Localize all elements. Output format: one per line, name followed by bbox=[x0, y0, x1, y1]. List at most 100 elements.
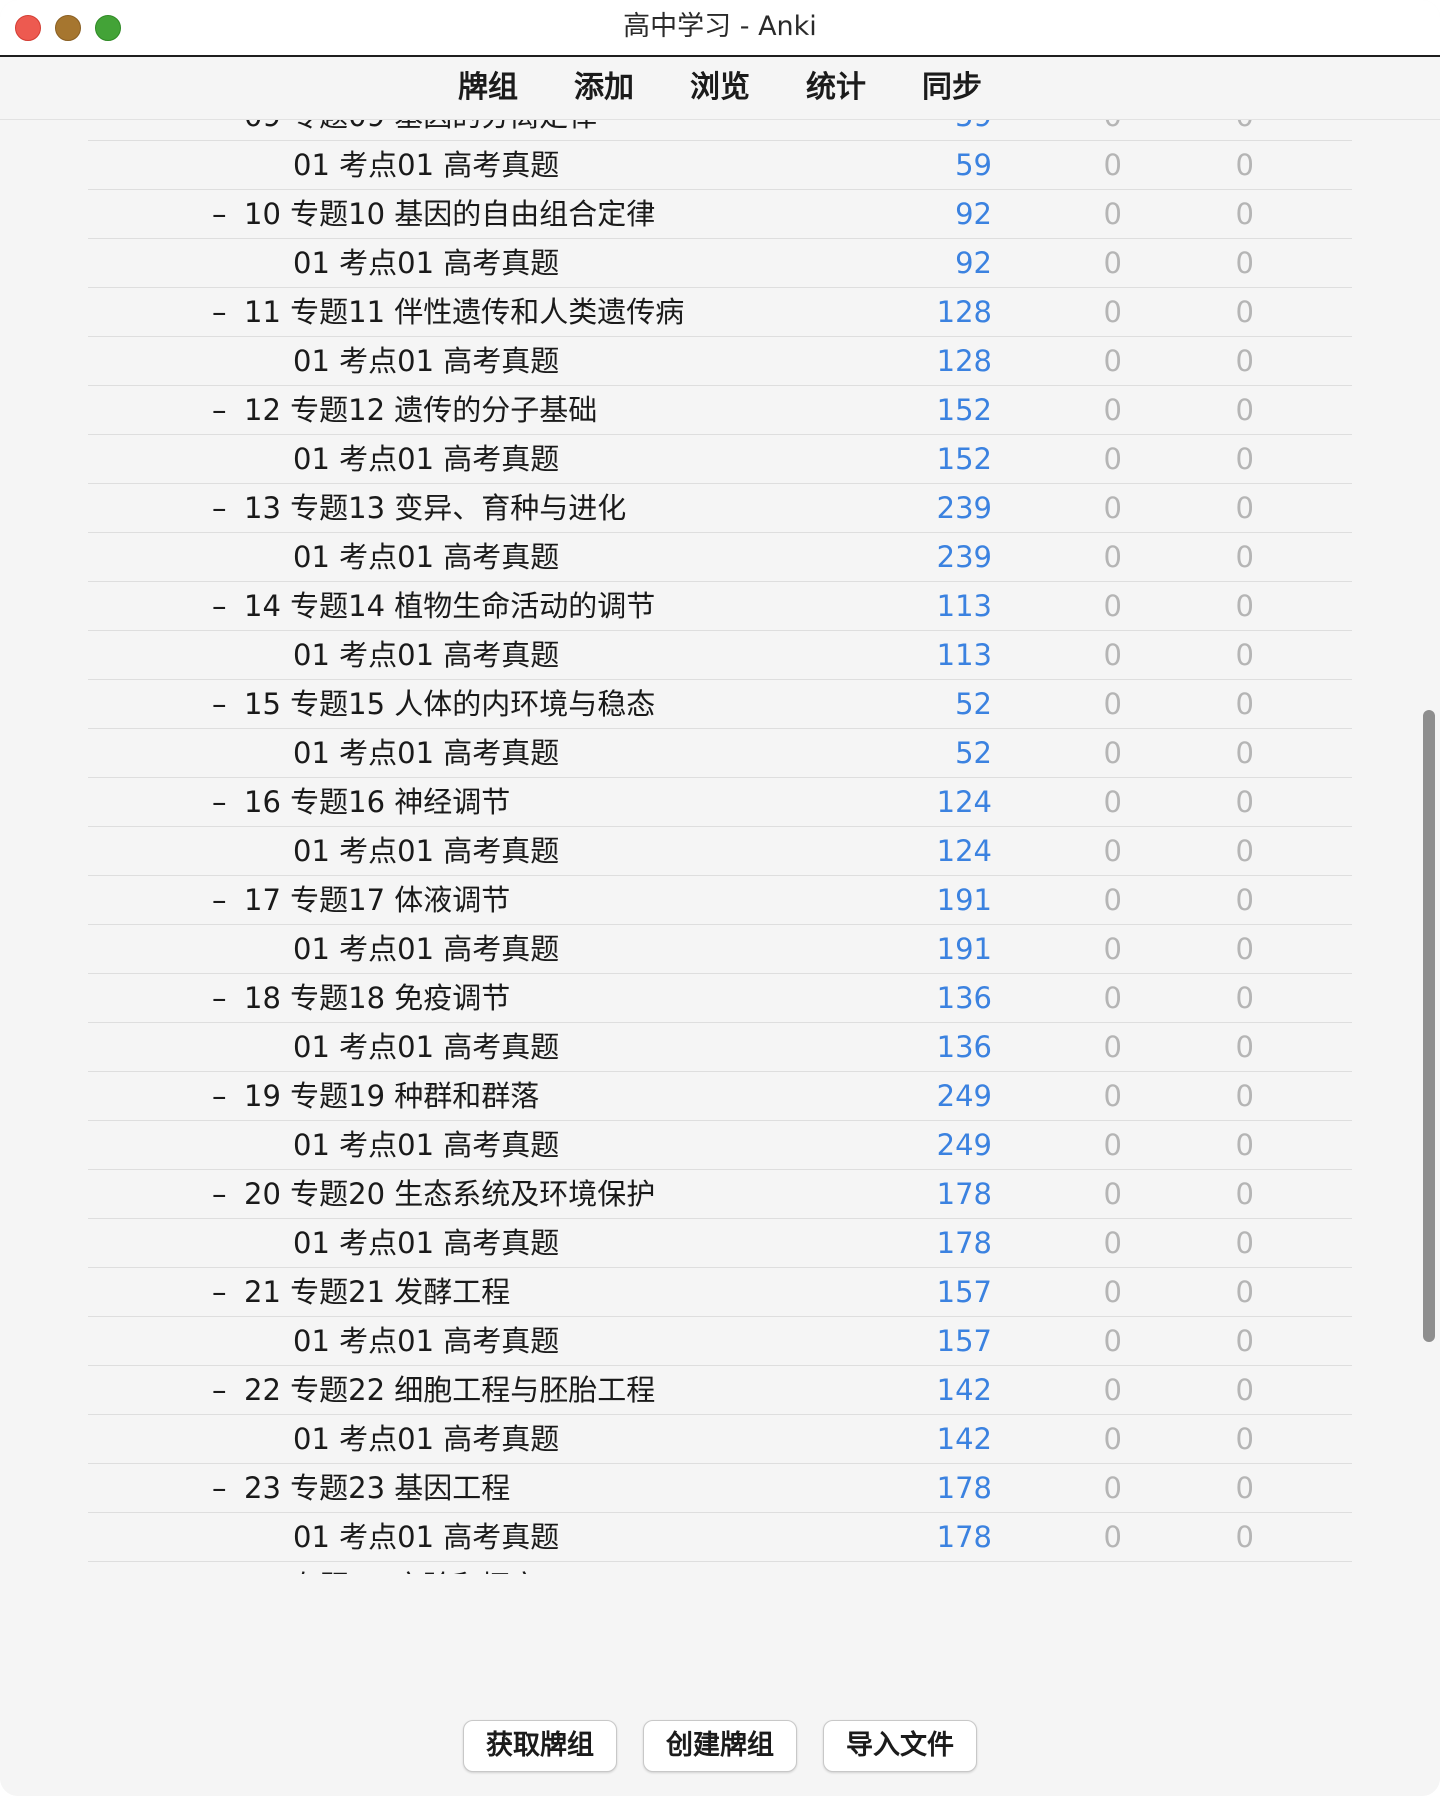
deck-row[interactable]: 01 考点01 高考真题 152 0 0 bbox=[88, 435, 1352, 484]
deck-name[interactable]: 22 专题22 细胞工程与胚胎工程 bbox=[244, 1366, 655, 1414]
deck-name[interactable]: 09 专题09 基因的分离定律 bbox=[244, 120, 597, 140]
deck-name[interactable]: 12 专题12 遗传的分子基础 bbox=[244, 386, 597, 434]
collapse-deck-toggle[interactable]: – bbox=[212, 1268, 234, 1316]
import-file-button[interactable]: 导入文件 bbox=[823, 1720, 977, 1772]
deck-name[interactable]: 01 考点01 高考真题 bbox=[293, 827, 559, 875]
new-count: 249 bbox=[936, 1079, 992, 1113]
deck-row[interactable]: 01 考点01 高考真题 157 0 0 bbox=[88, 1317, 1352, 1366]
deck-name[interactable]: 01 考点01 高考真题 bbox=[293, 141, 559, 189]
toolbar-add[interactable]: 添加 bbox=[546, 58, 662, 118]
deck-row[interactable]: 01 考点01 高考真题 136 0 0 bbox=[88, 1023, 1352, 1072]
learn-count: 0 bbox=[1103, 883, 1122, 917]
deck-row[interactable]: –12 专题12 遗传的分子基础 152 0 0 bbox=[88, 386, 1352, 435]
collapse-deck-toggle[interactable]: – bbox=[212, 1170, 234, 1218]
deck-row[interactable]: –10 专题10 基因的自由组合定律 92 0 0 bbox=[88, 190, 1352, 239]
collapse-deck-toggle[interactable]: – bbox=[212, 386, 234, 434]
learn-count: 0 bbox=[1103, 1520, 1122, 1554]
deck-row[interactable]: 01 考点01 高考真题 92 0 0 bbox=[88, 239, 1352, 288]
deck-row[interactable]: 01 考点01 高考真题 249 0 0 bbox=[88, 1121, 1352, 1170]
deck-row[interactable]: 01 考点01 高考真题 128 0 0 bbox=[88, 337, 1352, 386]
deck-name[interactable]: 01 考点01 高考真题 bbox=[293, 435, 559, 483]
learn-count: 0 bbox=[1103, 687, 1122, 721]
collapse-deck-toggle[interactable]: – bbox=[212, 876, 234, 924]
create-deck-button[interactable]: 创建牌组 bbox=[643, 1720, 797, 1772]
new-count: 52 bbox=[955, 736, 992, 770]
deck-row[interactable]: –09 专题09 基因的分离定律 59 0 0 bbox=[88, 120, 1352, 141]
deck-name[interactable]: 01 考点01 高考真题 bbox=[293, 1121, 559, 1169]
deck-name[interactable]: 01 考点01 高考真题 bbox=[293, 1513, 559, 1561]
deck-name[interactable]: 01 考点01 高考真题 bbox=[293, 337, 559, 385]
new-count: 178 bbox=[936, 1520, 992, 1554]
deck-row[interactable]: –17 专题17 体液调节 191 0 0 bbox=[88, 876, 1352, 925]
deck-row[interactable]: –16 专题16 神经调节 124 0 0 bbox=[88, 778, 1352, 827]
collapse-deck-toggle[interactable]: – bbox=[212, 1366, 234, 1414]
deck-row[interactable]: 01 考点01 高考真题 142 0 0 bbox=[88, 1415, 1352, 1464]
deck-name[interactable]: 10 专题10 基因的自由组合定律 bbox=[244, 190, 655, 238]
deck-row[interactable]: 01 考点01 高考真题 178 0 0 bbox=[88, 1219, 1352, 1268]
toolbar-stats[interactable]: 统计 bbox=[778, 58, 894, 118]
deck-row[interactable]: –22 专题22 细胞工程与胚胎工程 142 0 0 bbox=[88, 1366, 1352, 1415]
deck-name[interactable]: 13 专题13 变异、育种与进化 bbox=[244, 484, 626, 532]
toolbar-decks[interactable]: 牌组 bbox=[430, 58, 546, 118]
deck-name[interactable]: 21 专题21 发酵工程 bbox=[244, 1268, 510, 1316]
collapse-deck-toggle[interactable]: – bbox=[212, 778, 234, 826]
collapse-deck-toggle[interactable]: – bbox=[212, 484, 234, 532]
deck-name[interactable]: 15 专题15 人体的内环境与稳态 bbox=[244, 680, 655, 728]
deck-row[interactable]: –23 专题23 基因工程 178 0 0 bbox=[88, 1464, 1352, 1513]
deck-row[interactable]: –11 专题11 伴性遗传和人类遗传病 128 0 0 bbox=[88, 288, 1352, 337]
toolbar-sync[interactable]: 同步 bbox=[894, 58, 1010, 118]
deck-row[interactable]: –14 专题14 植物生命活动的调节 113 0 0 bbox=[88, 582, 1352, 631]
collapse-deck-toggle[interactable]: – bbox=[212, 190, 234, 238]
learn-count: 0 bbox=[1103, 589, 1122, 623]
deck-name[interactable]: 01 考点01 高考真题 bbox=[293, 1219, 559, 1267]
collapse-deck-toggle[interactable]: – bbox=[212, 1072, 234, 1120]
deck-list-scroll-area[interactable]: –09 专题09 基因的分离定律590001 考点01 高考真题5900–10 … bbox=[0, 120, 1412, 1694]
deck-row[interactable]: 01 考点01 高考真题 239 0 0 bbox=[88, 533, 1352, 582]
deck-row[interactable]: –19 专题19 种群和群落 249 0 0 bbox=[88, 1072, 1352, 1121]
learn-count: 0 bbox=[1103, 491, 1122, 525]
new-count: 128 bbox=[936, 344, 992, 378]
deck-row[interactable]: 01 考点01 高考真题 178 0 0 bbox=[88, 1513, 1352, 1562]
due-count: 0 bbox=[1235, 1520, 1254, 1554]
due-count: 0 bbox=[1235, 442, 1254, 476]
due-count: 0 bbox=[1235, 540, 1254, 574]
deck-row[interactable]: 01 考点01 高考真题 191 0 0 bbox=[88, 925, 1352, 974]
deck-name[interactable]: 11 专题11 伴性遗传和人类遗传病 bbox=[244, 288, 684, 336]
scrollbar-thumb[interactable] bbox=[1423, 710, 1435, 1342]
deck-name[interactable]: 19 专题19 种群和群落 bbox=[244, 1072, 539, 1120]
collapse-deck-toggle[interactable]: – bbox=[212, 680, 234, 728]
new-count: 52 bbox=[955, 687, 992, 721]
deck-row[interactable]: 01 考点01 高考真题 52 0 0 bbox=[88, 729, 1352, 778]
deck-row[interactable]: –20 专题20 生态系统及环境保护 178 0 0 bbox=[88, 1170, 1352, 1219]
get-shared-decks-button[interactable]: 获取牌组 bbox=[463, 1720, 617, 1772]
deck-row[interactable]: –15 专题15 人体的内环境与稳态 52 0 0 bbox=[88, 680, 1352, 729]
collapse-deck-toggle[interactable]: – bbox=[212, 582, 234, 630]
deck-name[interactable]: 14 专题14 植物生命活动的调节 bbox=[244, 582, 655, 630]
deck-name[interactable]: 16 专题16 神经调节 bbox=[244, 778, 510, 826]
deck-name[interactable]: 17 专题17 体液调节 bbox=[244, 876, 510, 924]
due-count: 0 bbox=[1235, 589, 1254, 623]
deck-name[interactable]: 01 考点01 高考真题 bbox=[293, 729, 559, 777]
collapse-deck-toggle[interactable]: – bbox=[212, 974, 234, 1022]
deck-name[interactable]: 20 专题20 生态系统及环境保护 bbox=[244, 1170, 655, 1218]
deck-name[interactable]: 18 专题18 免疫调节 bbox=[244, 974, 510, 1022]
deck-row[interactable]: –18 专题18 免疫调节 136 0 0 bbox=[88, 974, 1352, 1023]
deck-name[interactable]: 23 专题23 基因工程 bbox=[244, 1464, 510, 1512]
collapse-deck-toggle[interactable]: – bbox=[212, 1464, 234, 1512]
deck-name[interactable]: 01 考点01 高考真题 bbox=[293, 1415, 559, 1463]
deck-name[interactable]: 01 考点01 高考真题 bbox=[293, 925, 559, 973]
deck-row[interactable]: –21 专题21 发酵工程 157 0 0 bbox=[88, 1268, 1352, 1317]
deck-name[interactable]: 01 考点01 高考真题 bbox=[293, 1023, 559, 1071]
deck-row[interactable]: 01 考点01 高考真题 113 0 0 bbox=[88, 631, 1352, 680]
deck-row[interactable]: 01 考点01 高考真题 124 0 0 bbox=[88, 827, 1352, 876]
toolbar-browse[interactable]: 浏览 bbox=[662, 58, 778, 118]
deck-row[interactable]: –13 专题13 变异、育种与进化 239 0 0 bbox=[88, 484, 1352, 533]
deck-row[interactable]: 01 考点01 高考真题 59 0 0 bbox=[88, 141, 1352, 190]
collapse-deck-toggle[interactable]: – bbox=[212, 288, 234, 336]
deck-name[interactable]: 01 考点01 高考真题 bbox=[293, 239, 559, 287]
deck-name[interactable]: 01 考点01 高考真题 bbox=[293, 533, 559, 581]
main-toolbar: 牌组 添加 浏览 统计 同步 bbox=[0, 57, 1440, 120]
collapse-deck-toggle[interactable]: – bbox=[212, 120, 234, 140]
deck-name[interactable]: 01 考点01 高考真题 bbox=[293, 1317, 559, 1365]
deck-name[interactable]: 01 考点01 高考真题 bbox=[293, 631, 559, 679]
